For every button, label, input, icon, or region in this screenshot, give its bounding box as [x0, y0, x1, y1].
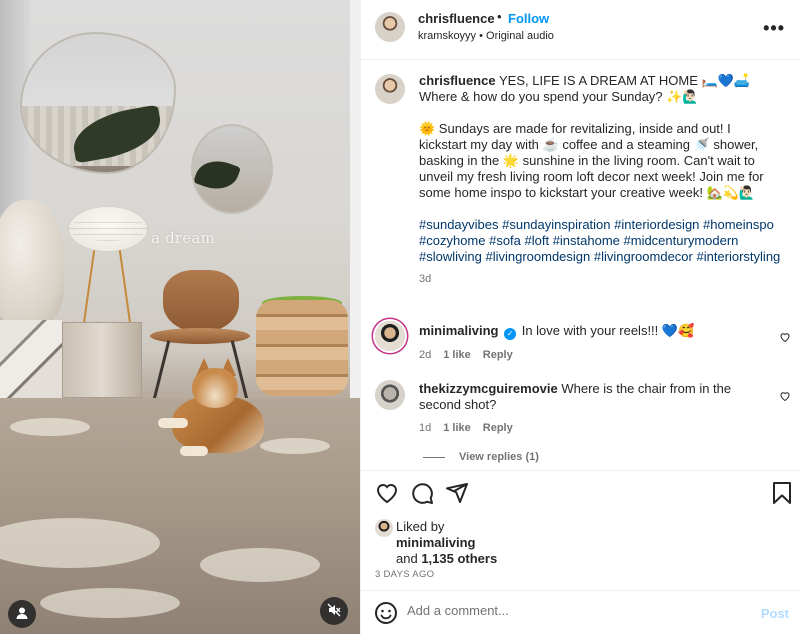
- post-actions: Liked by minimaliving and 1,135 others 3…: [361, 470, 800, 585]
- comment-likes[interactable]: 1 like: [443, 349, 471, 361]
- comment-item: thekizzymcguiremovie Where is the chair …: [419, 381, 749, 436]
- muted-speaker-icon: [327, 603, 341, 620]
- reel-video[interactable]: a dream: [0, 0, 360, 634]
- like-comment-heart-icon[interactable]: [779, 330, 791, 346]
- like-heart-icon[interactable]: [375, 481, 399, 508]
- lamp-leg: [82, 250, 96, 324]
- comment-likes[interactable]: 1 like: [443, 422, 471, 434]
- share-paper-plane-icon[interactable]: [445, 481, 469, 508]
- dog-paw: [158, 418, 188, 428]
- liked-by-user[interactable]: minimaliving: [396, 535, 497, 551]
- chair-back: [163, 270, 239, 332]
- reel-overlay-text: a dream: [151, 229, 215, 247]
- commenter-avatar[interactable]: [375, 380, 405, 410]
- reply-button[interactable]: Reply: [483, 422, 513, 434]
- comment-text: In love with your reels!!! 💙🥰: [521, 323, 695, 338]
- wavy-stool: [256, 300, 348, 396]
- view-replies-button[interactable]: View replies (1): [423, 451, 539, 463]
- liked-and-label: and: [396, 551, 418, 566]
- post-details-panel: chrisfluence • Follow kramskoyyy • Origi…: [360, 0, 800, 634]
- comments-scroll-area[interactable]: chrisfluence YES, LIFE IS A DREAM AT HOM…: [361, 60, 800, 470]
- like-comment-heart-icon[interactable]: [779, 389, 791, 405]
- author-username[interactable]: chrisfluence: [418, 11, 495, 26]
- tagged-people-button[interactable]: [8, 600, 36, 628]
- verified-badge-icon: ✓: [504, 328, 517, 340]
- chair-seat: [150, 328, 250, 344]
- large-mirror: [20, 32, 176, 174]
- person-icon: [15, 606, 29, 623]
- caption-age[interactable]: 3d: [419, 271, 781, 287]
- liked-by-summary: Liked by minimaliving and 1,135 others: [396, 519, 497, 567]
- paper-lamp: [68, 206, 148, 252]
- emoji-smiley-icon[interactable]: [374, 601, 398, 628]
- small-mirror: [191, 124, 273, 214]
- dog-head: [192, 368, 238, 408]
- caption-author-avatar[interactable]: [375, 74, 405, 104]
- mute-button[interactable]: [320, 597, 348, 625]
- chair-leg: [152, 340, 171, 400]
- author-avatar[interactable]: [375, 12, 405, 42]
- marble-table: [0, 320, 62, 398]
- caption-hashtags[interactable]: #sundayvibes #sundayinspiration #interio…: [419, 217, 781, 265]
- commenter-avatar[interactable]: [375, 321, 405, 351]
- comment-username[interactable]: minimaliving: [419, 323, 498, 338]
- audio-attribution[interactable]: kramskoyyy • Original audio: [418, 30, 554, 42]
- reply-button[interactable]: Reply: [483, 349, 513, 361]
- wall-edge: [350, 0, 360, 400]
- comment-age[interactable]: 1d: [419, 422, 431, 434]
- comment-input[interactable]: [407, 603, 737, 618]
- caption-username[interactable]: chrisfluence: [419, 73, 496, 88]
- comment-bubble-icon[interactable]: [410, 481, 434, 508]
- separator-dot: •: [497, 9, 502, 24]
- liked-by-label: Liked by: [396, 519, 445, 534]
- more-options-icon[interactable]: •••: [763, 18, 785, 39]
- dog-paw: [180, 446, 208, 456]
- comment-item: minimaliving ✓ In love with your reels!!…: [419, 323, 749, 363]
- vase: [0, 200, 64, 324]
- liked-by-avatar[interactable]: [375, 519, 393, 537]
- side-cube: [62, 322, 142, 398]
- follow-button[interactable]: Follow: [508, 11, 549, 26]
- save-bookmark-icon[interactable]: [771, 481, 793, 508]
- lamp-leg: [118, 250, 132, 324]
- caption-line-2: 🌞 Sundays are made for revitalizing, ins…: [419, 121, 764, 200]
- post-caption: chrisfluence YES, LIFE IS A DREAM AT HOM…: [419, 73, 781, 287]
- post-comment-button[interactable]: Post: [761, 606, 789, 621]
- comment-age[interactable]: 2d: [419, 349, 431, 361]
- posted-time[interactable]: 3 DAYS AGO: [375, 569, 434, 580]
- add-comment-bar: Post: [361, 590, 800, 634]
- liked-others-count[interactable]: 1,135 others: [421, 551, 497, 566]
- post-header: chrisfluence • Follow kramskoyyy • Origi…: [361, 0, 800, 60]
- comment-username[interactable]: thekizzymcguiremovie: [419, 381, 558, 396]
